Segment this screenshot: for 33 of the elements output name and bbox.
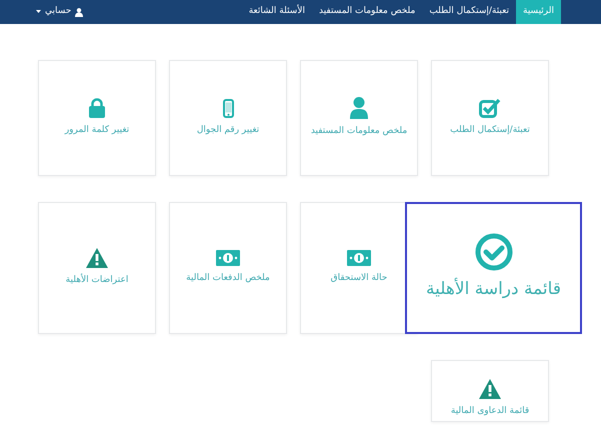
nav-tab[interactable]: تعبئة/إستكمال الطلب	[422, 0, 516, 24]
user-icon	[75, 8, 84, 16]
menu-card[interactable]: تعبئة/إستكمال الطلب	[431, 60, 549, 176]
user-icon	[350, 97, 368, 120]
card-label: تعبئة/إستكمال الطلب	[450, 124, 530, 138]
menu-card[interactable]: قائمة دراسة الأهلية	[405, 202, 582, 334]
check-square-icon	[479, 98, 501, 118]
card-label: اعتراضات الأهلية	[66, 274, 128, 288]
nav-tab[interactable]: الأسئلة الشائعة	[242, 0, 312, 24]
caret-icon	[36, 10, 41, 14]
warning-icon	[86, 248, 108, 268]
menu-card[interactable]: اعتراضات الأهلية	[38, 202, 156, 334]
card-label: ملخص الدفعات المالية	[186, 272, 270, 286]
card-label: حالة الاستحقاق	[330, 272, 388, 286]
card-label: قائمة الدعاوى المالية	[450, 404, 530, 418]
account-menu[interactable]: حسابي	[36, 0, 84, 24]
banknote-icon	[347, 250, 371, 266]
card-label: تغيير رقم الجوال	[196, 124, 260, 137]
check-circle-icon	[474, 233, 512, 272]
menu-card[interactable]: ملخص الدفعات المالية	[169, 202, 287, 334]
menu-card[interactable]: تغيير رقم الجوال	[169, 60, 287, 176]
banknote-icon	[216, 250, 240, 266]
warning-icon	[479, 378, 501, 398]
menu-card[interactable]: ملخص معلومات المستفيد	[300, 60, 418, 176]
lock-icon	[89, 98, 105, 118]
menu-card[interactable]: تغيير كلمة المرور	[38, 60, 156, 176]
menu-card[interactable]: قائمة الدعاوى المالية	[431, 360, 549, 422]
phone-icon	[222, 98, 234, 118]
card-label: ملخص معلومات المستفيد	[310, 125, 408, 138]
nav-tab[interactable]: ملخص معلومات المستفيد	[312, 0, 422, 24]
card-label: تغيير كلمة المرور	[64, 124, 130, 138]
nav-tab[interactable]: الرئيسية	[516, 0, 561, 24]
card-label: قائمة دراسة الأهلية	[426, 277, 561, 302]
